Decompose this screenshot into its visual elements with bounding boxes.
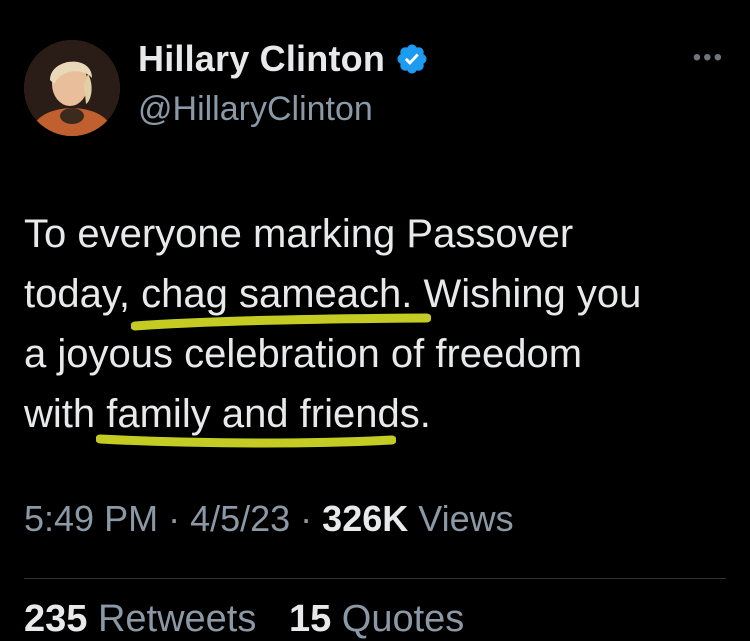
tweet-date[interactable]: 4/5/23 bbox=[190, 498, 290, 539]
highlighted-phrase-2: family and friends bbox=[96, 392, 420, 448]
tweet-line-2-end: . Wishing you bbox=[401, 272, 642, 316]
tweet-text: To everyone marking Passover today, chag… bbox=[24, 204, 724, 448]
views-label: Views bbox=[408, 498, 514, 539]
tweet-line-4-start: with bbox=[24, 392, 107, 436]
engagement-stats: 235 Retweets 15 Quotes bbox=[24, 598, 464, 641]
highlighted-text-2: family and friends bbox=[106, 392, 420, 436]
tweet-line-4: with family and friends. bbox=[24, 384, 724, 448]
author-handle[interactable]: @HillaryClinton bbox=[138, 90, 373, 129]
meta-separator: · bbox=[290, 498, 323, 539]
divider bbox=[24, 578, 726, 579]
highlighted-text-1: chag sameach bbox=[141, 272, 402, 316]
quotes-count: 15 bbox=[288, 598, 332, 640]
tweet-meta: 5:49 PM · 4/5/23 · 326K Views bbox=[24, 498, 514, 540]
tweet-line-3: a joyous celebration of freedom bbox=[24, 332, 583, 376]
author-name-row: Hillary Clinton bbox=[138, 38, 429, 80]
quotes-stat[interactable]: 15 Quotes bbox=[289, 598, 464, 640]
views-count: 326K bbox=[322, 498, 409, 539]
more-options-icon[interactable]: ••• bbox=[693, 44, 724, 72]
meta-separator: · bbox=[158, 498, 191, 539]
avatar[interactable] bbox=[24, 40, 120, 136]
tweet-line-2: today, chag sameach. Wishing you bbox=[24, 264, 724, 331]
profile-photo-icon bbox=[24, 40, 120, 136]
tweet-line-2-start: today, bbox=[24, 272, 142, 316]
tweet-line-1: To everyone marking Passover bbox=[24, 212, 574, 256]
tweet-time[interactable]: 5:49 PM bbox=[24, 498, 158, 539]
retweets-label: Retweets bbox=[87, 598, 257, 640]
retweets-stat[interactable]: 235 Retweets bbox=[24, 598, 256, 640]
quotes-label: Quotes bbox=[331, 598, 465, 640]
author-display-name[interactable]: Hillary Clinton bbox=[138, 38, 385, 80]
highlighted-phrase-1: chag sameach bbox=[131, 272, 432, 331]
tweet-line-4-end: . bbox=[419, 392, 431, 436]
retweets-count: 235 bbox=[24, 598, 88, 640]
verified-badge-icon bbox=[395, 42, 429, 76]
